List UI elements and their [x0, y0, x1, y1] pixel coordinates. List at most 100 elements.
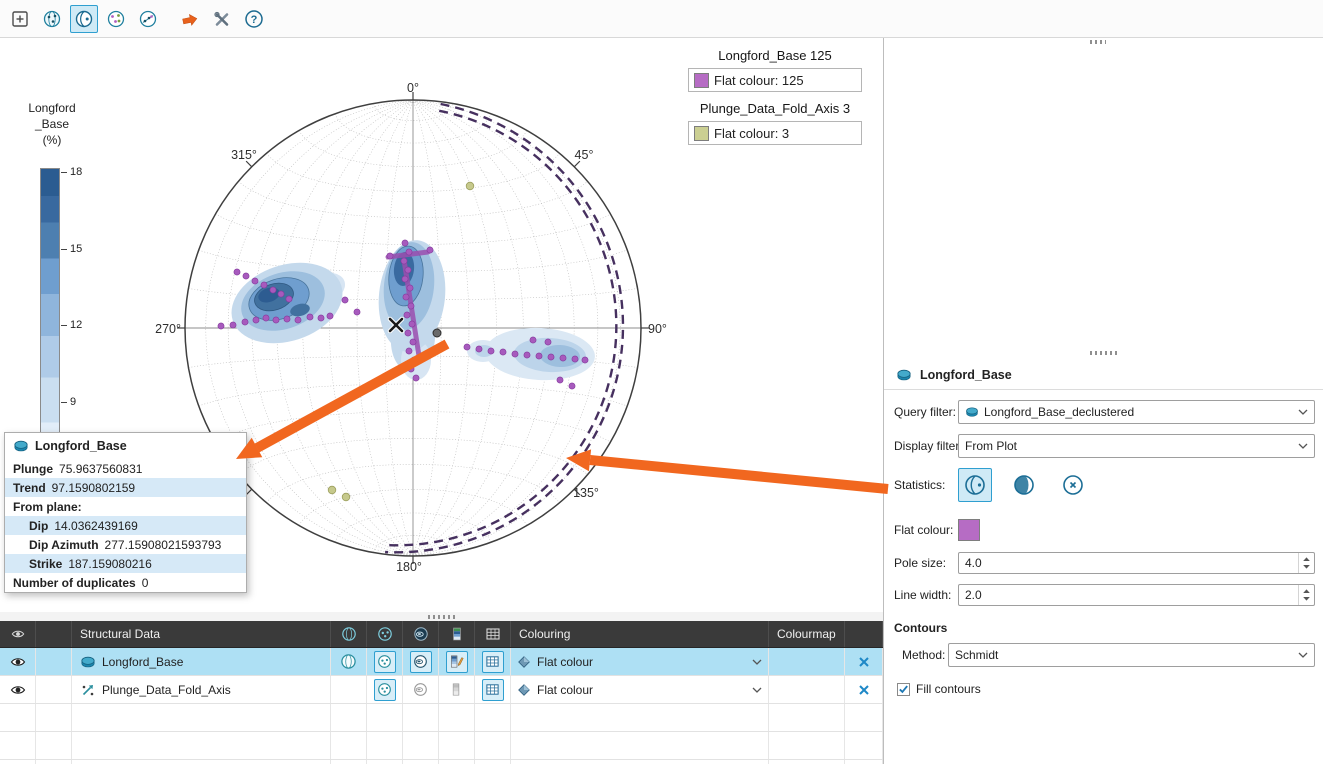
query-filter-dropdown[interactable]: Longford_Base_declustered: [958, 400, 1315, 424]
mean-plane-icon: [963, 473, 987, 497]
grid-icon: [485, 626, 501, 642]
flat-colour-icon: [517, 655, 531, 669]
checkmark-icon: [898, 683, 909, 695]
azimuth-label-315: 315°: [231, 148, 257, 162]
table-row-plunge-data-fold-axis[interactable]: Plunge_Data_Fold_Axis Flat colour: [0, 676, 883, 704]
spacer-column-header: [36, 621, 72, 647]
export-button[interactable]: [176, 5, 204, 33]
data-table-toggle[interactable]: [475, 648, 511, 675]
legend-entry[interactable]: Flat colour: 125: [688, 68, 862, 92]
stereonet-poles-icon: [377, 626, 393, 642]
line-width-label: Line width:: [884, 588, 958, 602]
stereonet-icon: [341, 626, 357, 642]
statistics-mean-plane-button[interactable]: [958, 468, 992, 502]
add-plot-button[interactable]: [6, 5, 34, 33]
data-table-toggle[interactable]: [475, 676, 511, 703]
chevron-down-icon: [1298, 652, 1308, 658]
poles-toggle[interactable]: [367, 648, 403, 675]
tooltip-row: Trend97.1590802159: [5, 478, 246, 497]
visibility-toggle[interactable]: [0, 648, 36, 675]
spinner-buttons[interactable]: [1298, 553, 1314, 573]
display-filter-row: Display filter From Plot: [884, 433, 1323, 459]
colouring-dropdown[interactable]: Flat colour: [511, 676, 769, 703]
mesh-icon: [965, 405, 979, 419]
colourmap-edit-toggle[interactable]: [439, 648, 475, 675]
stereonet-icon: [340, 653, 357, 670]
flat-colour-row: Flat colour:: [884, 517, 1323, 543]
query-filter-row: Query filter: Longford_Base_declustered: [884, 399, 1323, 425]
fill-contours-label: Fill contours: [916, 682, 981, 696]
remove-row-button[interactable]: [845, 648, 883, 675]
grid-icon: [485, 682, 500, 697]
export-arrow-icon: [180, 9, 200, 29]
panel-top-splitter-handle[interactable]: [1090, 40, 1106, 44]
flat-colour-swatch[interactable]: [958, 519, 980, 541]
query-filter-label: Query filter:: [884, 405, 958, 419]
panel-header: Longford_Base: [884, 360, 1323, 390]
stereonet-data-icon: [42, 9, 62, 29]
contours-toggle[interactable]: [403, 648, 439, 675]
eye-icon: [10, 682, 26, 698]
display-filter-label: Display filter: [884, 439, 958, 453]
stereonet-data-button[interactable]: [38, 5, 66, 33]
display-filter-dropdown[interactable]: From Plot: [958, 434, 1315, 458]
poles-toggle[interactable]: [367, 676, 403, 703]
rose-plot-icon: [106, 9, 126, 29]
row-name-cell[interactable]: Longford_Base: [72, 648, 331, 675]
panel-horizontal-splitter[interactable]: [884, 349, 1323, 357]
empty-table-row: [0, 732, 883, 760]
statistics-fisher-button[interactable]: [1056, 468, 1090, 502]
plot-table-splitter[interactable]: [0, 612, 883, 621]
scatter-plot-icon: [138, 9, 158, 29]
help-button[interactable]: ?: [240, 5, 268, 33]
help-icon: ?: [244, 9, 264, 29]
visibility-toggle[interactable]: [0, 676, 36, 703]
tooltip-row: Dip14.0362439169: [5, 516, 246, 535]
colouring-header: Colouring: [511, 621, 769, 647]
colourmap-header: Colourmap: [769, 621, 845, 647]
colouring-dropdown[interactable]: Flat colour: [511, 648, 769, 675]
spinner-arrows-icon: [1302, 587, 1311, 603]
table-row-longford-base[interactable]: Longford_Base Flat colour: [0, 648, 883, 676]
colourmap-edit-toggle[interactable]: [439, 676, 475, 703]
remove-row-button[interactable]: [845, 676, 883, 703]
statistics-bingham-button[interactable]: [1007, 468, 1041, 502]
row-name-cell[interactable]: Plunge_Data_Fold_Axis: [72, 676, 331, 703]
tooltip-row: Strike187.159080216: [5, 554, 246, 573]
close-icon: [857, 683, 871, 697]
legend-entry[interactable]: Flat colour: 3: [688, 121, 862, 145]
line-width-input[interactable]: 2.0: [958, 584, 1315, 606]
options-button[interactable]: [208, 5, 236, 33]
stereonet-toggle[interactable]: [331, 676, 367, 703]
eye-icon: [11, 627, 25, 641]
close-icon: [857, 655, 871, 669]
structural-data-table: Structural Data Colouring Colourmap Long…: [0, 621, 883, 764]
main-toolbar: ?: [0, 0, 1323, 38]
scatter-plot-button[interactable]: [134, 5, 162, 33]
chevron-down-icon: [1298, 443, 1308, 449]
legend-title: Longford_Base 125: [688, 48, 862, 63]
structural-data-header: Structural Data: [72, 621, 331, 647]
colourmap-edit-icon: [449, 654, 464, 669]
plot-legend: Longford_Base 125 Flat colour: 125 Plung…: [688, 46, 862, 154]
colourmap-edit-icon: [449, 682, 464, 697]
fill-contours-checkbox[interactable]: [897, 683, 910, 696]
contours-column-header: [403, 621, 439, 647]
rose-plot-button[interactable]: [102, 5, 130, 33]
stereonet-toggle[interactable]: [331, 648, 367, 675]
method-dropdown[interactable]: Schmidt: [948, 643, 1315, 667]
contours-section-label: Contours: [884, 618, 1323, 638]
pole-size-input[interactable]: 4.0: [958, 552, 1315, 574]
colourmap-cell[interactable]: [769, 676, 845, 703]
azimuth-label-45: 45°: [575, 148, 594, 162]
azimuth-label-270: 270°: [155, 322, 181, 336]
azimuth-label-90: 90°: [648, 322, 667, 336]
stereonet-plot-button[interactable]: [70, 5, 98, 33]
contours-toggle[interactable]: [403, 676, 439, 703]
spinner-buttons[interactable]: [1298, 585, 1314, 605]
contours-icon: [413, 654, 428, 669]
azimuth-label-135: 135°: [573, 486, 599, 500]
fisher-icon: [1061, 473, 1085, 497]
colourmap-cell[interactable]: [769, 648, 845, 675]
tooltip-row: Plunge75.9637560831: [5, 459, 246, 478]
